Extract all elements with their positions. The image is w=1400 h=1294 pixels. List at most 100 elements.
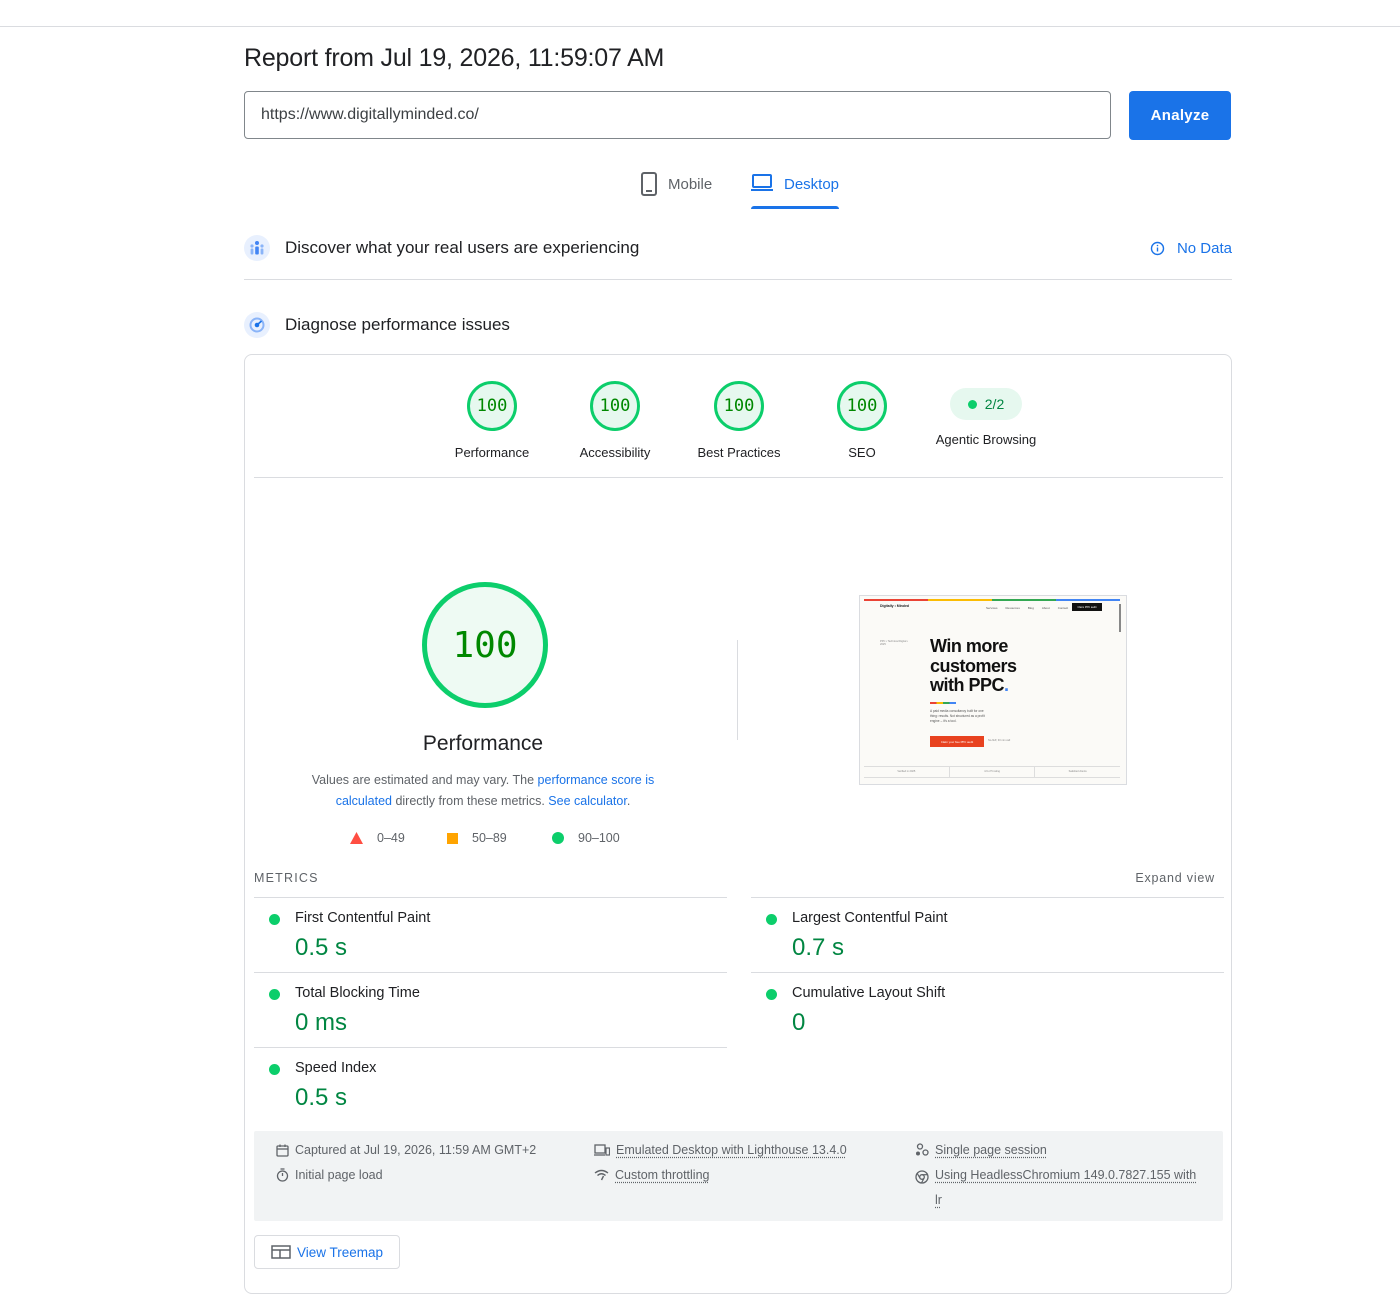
treemap-icon bbox=[271, 1245, 291, 1259]
agentic-score-pill: 2/2 bbox=[950, 388, 1022, 420]
metric-value: 0.5 s bbox=[295, 1084, 348, 1111]
metric-name: First Contentful Paint bbox=[295, 910, 431, 926]
view-treemap-label: View Treemap bbox=[296, 1244, 384, 1260]
preview-headline-line: customers bbox=[930, 655, 1017, 676]
vertical-separator bbox=[737, 640, 738, 740]
square-icon bbox=[447, 832, 458, 844]
throttling[interactable]: Custom throttling bbox=[594, 1168, 709, 1182]
triangle-icon bbox=[350, 832, 363, 844]
preview-headline-dot: . bbox=[1004, 675, 1009, 695]
preview-footer-item: Verified in 2025 bbox=[864, 767, 950, 777]
browser-line: Using HeadlessChromium 149.0.7827.155 wi… bbox=[935, 1168, 1197, 1182]
lighthouse-report-card: 100 Performance 100 Accessibility 100 Be… bbox=[244, 354, 1232, 1294]
session-icon bbox=[916, 1143, 929, 1156]
performance-score-gauge: 100 bbox=[422, 582, 548, 708]
top-divider bbox=[0, 26, 1400, 27]
legend-average: 50–89 bbox=[447, 831, 507, 845]
category-gauge-performance[interactable]: 100 Performance bbox=[437, 381, 547, 460]
emulated-text: Emulated Desktop with Lighthouse 13.4.0 bbox=[616, 1143, 847, 1157]
view-treemap-button[interactable]: View Treemap bbox=[254, 1235, 400, 1269]
preview-nav-item: About bbox=[1041, 606, 1050, 610]
preview-headline-line: with PPC bbox=[930, 675, 1005, 695]
lab-data-title: Diagnose performance issues bbox=[285, 315, 510, 334]
metric-cumulative-layout-shift: Cumulative Layout Shift 0 bbox=[751, 972, 1224, 1047]
category-score: 100 bbox=[467, 381, 517, 431]
browser-info[interactable]: Using HeadlessChromium 149.0.7827.155 wi… bbox=[915, 1168, 1196, 1213]
metric-speed-index: Speed Index 0.5 s bbox=[254, 1047, 727, 1122]
category-gauge-accessibility[interactable]: 100 Accessibility bbox=[560, 381, 670, 460]
browser-text: Using HeadlessChromium 149.0.7827.155 wi… bbox=[935, 1163, 1196, 1213]
category-gauge-agentic-browsing[interactable]: 2/2 Agentic Browsing bbox=[921, 385, 1051, 447]
page-title: Report from Jul 19, 2026, 11:59:07 AM bbox=[244, 44, 665, 72]
emulated-device[interactable]: Emulated Desktop with Lighthouse 13.4.0 bbox=[594, 1143, 847, 1157]
metric-name: Cumulative Layout Shift bbox=[792, 985, 946, 1001]
metrics-header: METRICS bbox=[254, 871, 319, 885]
circle-icon bbox=[552, 832, 564, 844]
see-calculator-link[interactable]: See calculator bbox=[548, 794, 627, 808]
category-score: 2/2 bbox=[984, 396, 1005, 412]
gauge-icon bbox=[244, 312, 270, 338]
preview-nav-item: Resources bbox=[1005, 606, 1020, 610]
category-gauge-seo[interactable]: 100 SEO bbox=[807, 381, 917, 460]
preview-body: A paid media consultancy built for one t… bbox=[930, 709, 985, 723]
desc-text: Values are estimated and may vary. The bbox=[311, 773, 538, 787]
card-divider bbox=[254, 477, 1223, 478]
pass-dot bbox=[269, 1064, 280, 1075]
session-type[interactable]: Single page session bbox=[915, 1143, 1047, 1157]
page-load-text: Initial page load bbox=[295, 1168, 383, 1182]
expand-view-toggle[interactable]: Expand view bbox=[1135, 871, 1215, 885]
preview-scrollbar bbox=[1119, 604, 1121, 632]
throttling-text: Custom throttling bbox=[615, 1168, 710, 1182]
session-text: Single page session bbox=[935, 1143, 1047, 1157]
preview-nav-cta: Claim PPC audit bbox=[1072, 603, 1102, 611]
metric-largest-contentful-paint: Largest Contentful Paint 0.7 s bbox=[751, 897, 1224, 972]
performance-title: Performance bbox=[422, 732, 544, 755]
users-icon bbox=[244, 235, 270, 261]
color-bar bbox=[864, 599, 1120, 601]
tab-desktop[interactable]: Desktop bbox=[750, 172, 839, 210]
metric-value: 0.5 s bbox=[295, 934, 348, 961]
tab-mobile[interactable]: Mobile bbox=[640, 172, 712, 210]
legend-good: 90–100 bbox=[552, 831, 620, 845]
phone-icon bbox=[641, 172, 657, 196]
preview-accent-bar bbox=[930, 702, 956, 704]
calendar-icon bbox=[276, 1144, 289, 1157]
metric-name: Speed Index bbox=[295, 1060, 377, 1076]
preview-logo: Digitally • Minded bbox=[880, 604, 910, 608]
metric-value: 0 bbox=[792, 1009, 806, 1036]
legend-label: 0–49 bbox=[377, 831, 405, 845]
category-label: Performance bbox=[454, 445, 530, 460]
runtime-settings: Captured at Jul 19, 2026, 11:59 AM GMT+2… bbox=[254, 1131, 1223, 1221]
category-score: 100 bbox=[837, 381, 887, 431]
browser-line: lr bbox=[935, 1193, 942, 1207]
timer-icon bbox=[276, 1168, 289, 1182]
captured-at: Captured at Jul 19, 2026, 11:59 AM GMT+2 bbox=[276, 1143, 536, 1157]
category-label: Best Practices bbox=[697, 445, 781, 460]
category-gauge-best-practices[interactable]: 100 Best Practices bbox=[684, 381, 794, 460]
field-data-section: Discover what your real users are experi… bbox=[244, 233, 1232, 263]
pass-dot bbox=[967, 399, 977, 409]
url-input[interactable] bbox=[244, 91, 1111, 139]
tab-active-indicator bbox=[751, 206, 839, 209]
preview-footer-item: 4.9 of 5 rating bbox=[950, 767, 1036, 777]
preview-cta-note: No-fluff, 30 min call bbox=[988, 739, 1011, 742]
tab-desktop-label: Desktop bbox=[784, 176, 840, 193]
no-data-link[interactable]: No Data bbox=[1150, 240, 1232, 257]
preview-nav-item: Blog bbox=[1027, 606, 1034, 610]
preview-eyebrow: PPC • Technical Digital • 2025 bbox=[880, 640, 909, 646]
analyze-button[interactable]: Analyze bbox=[1129, 91, 1231, 140]
field-data-title: Discover what your real users are experi… bbox=[285, 238, 640, 257]
preview-nav-item: Contact bbox=[1057, 606, 1069, 610]
preview-footer: Verified in 2025 4.9 of 5 rating Satisfi… bbox=[864, 766, 1120, 778]
preview-headline: Win more customers with PPC. bbox=[930, 636, 1017, 696]
category-label: SEO bbox=[848, 445, 876, 460]
category-score: 100 bbox=[714, 381, 764, 431]
pass-dot bbox=[766, 914, 777, 925]
wifi-icon bbox=[594, 1169, 609, 1181]
desc-text: directly from these metrics. bbox=[391, 794, 549, 808]
preview-cta: Claim your free PPC audit bbox=[930, 736, 984, 747]
category-label: Accessibility bbox=[579, 445, 651, 460]
final-screenshot[interactable]: Digitally • Minded Services Resources Bl… bbox=[859, 595, 1127, 785]
pass-dot bbox=[269, 989, 280, 1000]
metric-name: Largest Contentful Paint bbox=[792, 910, 948, 926]
